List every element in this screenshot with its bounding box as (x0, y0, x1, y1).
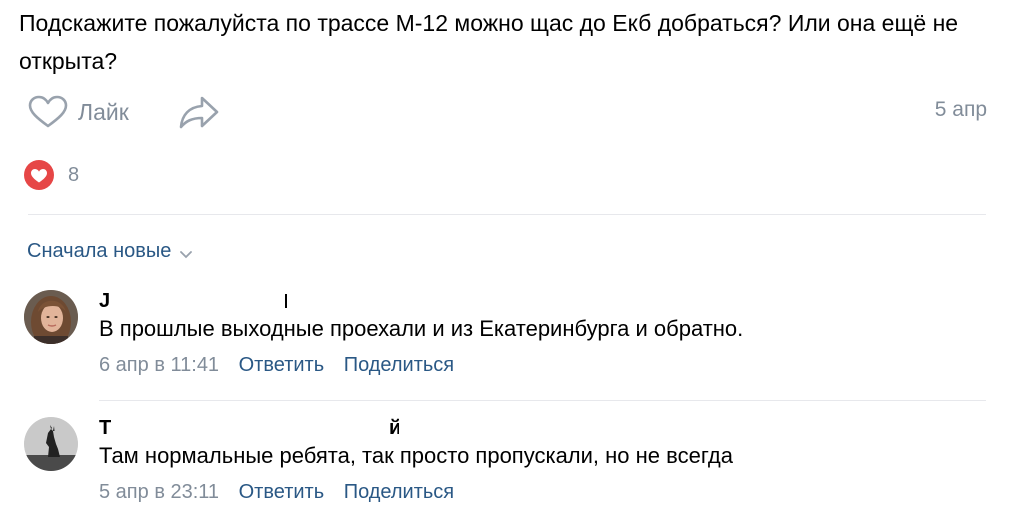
reply-button[interactable]: Ответить (239, 354, 325, 376)
like-button[interactable]: Лайк (28, 92, 129, 132)
comment-text: В прошлые выходные проехали и из Екатери… (99, 316, 744, 341)
heart-outline-icon (28, 95, 68, 128)
comment-date[interactable]: 6 апр в 11:41 (99, 354, 219, 376)
reply-button[interactable]: Ответить (239, 481, 325, 503)
share-link[interactable]: Поделиться (344, 481, 454, 503)
comment: Т й Там нормальные ребята, так просто пр… (24, 417, 986, 527)
share-link[interactable]: Поделиться (344, 354, 454, 376)
divider (99, 400, 986, 401)
comment-meta: 6 апр в 11:41 Ответить Поделиться (99, 352, 454, 378)
post-date: 5 апр (934, 98, 987, 121)
share-arrow-icon (179, 96, 219, 129)
comment-meta: 5 апр в 23:11 Ответить Поделиться (99, 479, 454, 505)
avatar[interactable] (24, 417, 78, 471)
comment-author[interactable]: J (99, 290, 399, 314)
comment-text: Там нормальные ребята, так просто пропус… (99, 443, 733, 468)
comment-author[interactable]: Т й (99, 417, 399, 441)
likes-summary[interactable]: 8 (24, 160, 79, 190)
comment: J В прошлые выходные проехали и из Екате… (24, 290, 986, 400)
author-name-fragment (285, 294, 287, 308)
likes-count: 8 (68, 163, 80, 186)
divider (28, 214, 986, 215)
share-button[interactable] (178, 94, 220, 130)
post-text: Подскажите пожалуйста по трассе М-12 мож… (19, 10, 959, 74)
sort-dropdown[interactable]: Сначала новые (27, 240, 193, 263)
like-label: Лайк (78, 98, 129, 125)
avatar[interactable] (24, 290, 78, 344)
sort-label: Сначала новые (27, 240, 172, 262)
comment-date[interactable]: 5 апр в 23:11 (99, 481, 219, 503)
author-name-fragment: й (389, 417, 399, 439)
heart-filled-icon (24, 160, 54, 190)
chevron-down-icon (180, 250, 193, 258)
post-actions: Лайк 5 апр (28, 92, 988, 132)
